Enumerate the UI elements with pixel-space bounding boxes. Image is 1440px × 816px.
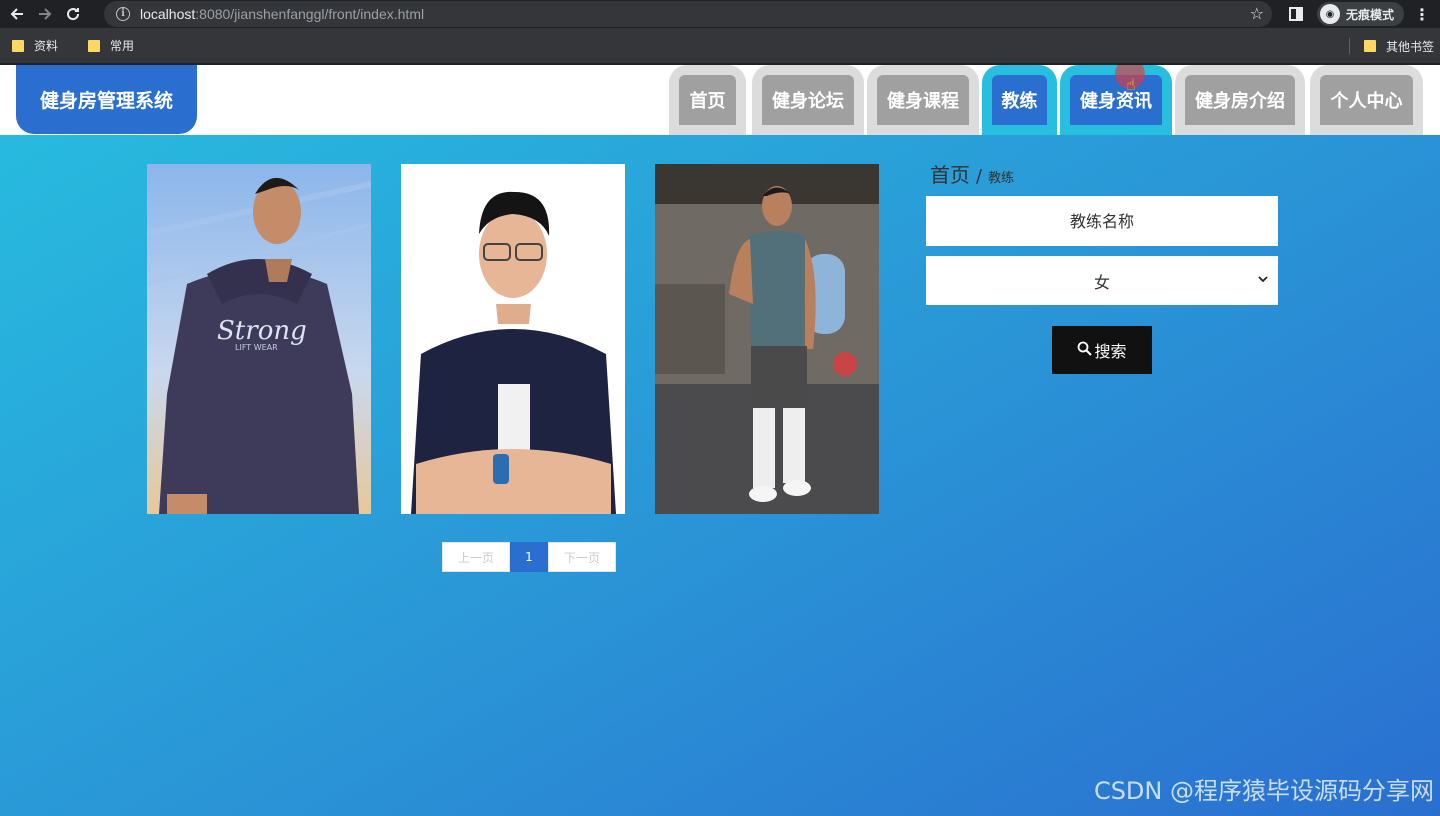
chevron-down-icon xyxy=(1258,272,1268,286)
prev-page-button[interactable]: 上一页 xyxy=(442,542,510,572)
nav-tab-home[interactable]: 首页 xyxy=(669,65,746,135)
pagination: 上一页 1 下一页 xyxy=(442,542,616,572)
svg-text:LIFT WEAR: LIFT WEAR xyxy=(235,343,278,352)
bookmarks-divider xyxy=(1348,38,1350,54)
incognito-icon: ◉ xyxy=(1319,4,1340,24)
side-panel-icon[interactable] xyxy=(1288,7,1303,21)
gender-select[interactable]: 女 xyxy=(926,256,1278,305)
coach-photo: Strong LIFT WEAR xyxy=(147,164,371,514)
bookmark-star-icon[interactable]: ☆ xyxy=(1250,4,1264,23)
url-text: localhost:8080/jianshenfanggl/front/inde… xyxy=(140,6,425,22)
breadcrumb-current: 教练 xyxy=(988,171,1015,186)
folder-icon xyxy=(12,39,24,52)
nav-tab-profile[interactable]: 个人中心 xyxy=(1310,65,1423,135)
back-icon[interactable] xyxy=(6,3,28,25)
site-logo[interactable]: 健身房管理系统 xyxy=(16,65,197,134)
incognito-badge[interactable]: ◉ 无痕模式 xyxy=(1316,2,1404,26)
other-bookmarks[interactable]: 其他书签 xyxy=(1386,38,1434,55)
coach-card[interactable] xyxy=(401,164,625,514)
hand-cursor-icon: ☝ xyxy=(1126,75,1136,94)
coach-name-input[interactable] xyxy=(926,196,1278,246)
menu-icon[interactable]: ⋮ xyxy=(1414,5,1430,24)
coach-card[interactable] xyxy=(655,164,879,514)
breadcrumb-separator: / xyxy=(976,166,983,187)
page-content: 健身房管理系统 首页 健身论坛 健身课程 教练 健身资讯 健身房介绍 个人中心 … xyxy=(0,65,1440,816)
folder-icon xyxy=(1363,40,1376,52)
browser-toolbar: i localhost:8080/jianshenfanggl/front/in… xyxy=(0,0,1440,28)
folder-icon xyxy=(88,39,101,52)
coach-photo xyxy=(401,164,625,514)
bookmarks-bar: 资料 常用 其他书签 xyxy=(0,28,1440,64)
page-number-current[interactable]: 1 xyxy=(510,542,548,572)
gender-select-value: 女 xyxy=(1093,272,1110,292)
address-bar[interactable]: i localhost:8080/jianshenfanggl/front/in… xyxy=(104,1,1272,27)
bookmark-folder-changyong[interactable]: 常用 xyxy=(88,37,134,54)
breadcrumb: 首页 / 教练 xyxy=(930,159,1014,188)
nav-tab-courses[interactable]: 健身课程 xyxy=(867,65,979,135)
site-header: 健身房管理系统 首页 健身论坛 健身课程 教练 健身资讯 健身房介绍 个人中心 … xyxy=(0,65,1440,135)
search-button[interactable]: 搜索 xyxy=(1052,326,1152,374)
watermark: CSDN @程序猿毕设源码分享网 xyxy=(1093,777,1434,805)
coach-photo xyxy=(655,164,879,514)
bookmark-folder-ziliao[interactable]: 资料 xyxy=(12,37,58,54)
nav-tab-forum[interactable]: 健身论坛 xyxy=(752,65,864,135)
search-icon xyxy=(1077,341,1093,360)
reload-icon[interactable] xyxy=(62,3,84,25)
site-info-icon[interactable]: i xyxy=(116,7,130,21)
coach-card[interactable]: Strong LIFT WEAR xyxy=(147,164,371,514)
nav-tab-coach[interactable]: 教练 xyxy=(982,65,1057,135)
next-page-button[interactable]: 下一页 xyxy=(548,542,616,572)
nav-tab-gym-intro[interactable]: 健身房介绍 xyxy=(1175,65,1305,135)
svg-text:Strong: Strong xyxy=(217,316,307,346)
forward-icon[interactable] xyxy=(34,3,56,25)
breadcrumb-home[interactable]: 首页 xyxy=(930,159,970,188)
